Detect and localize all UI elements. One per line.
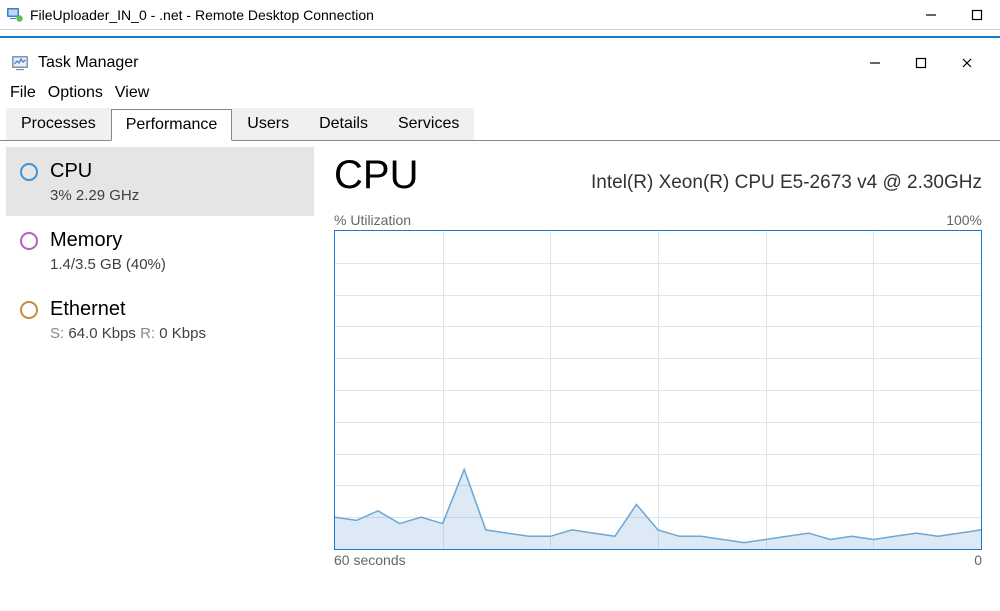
rdc-title: FileUploader_IN_0 - .net - Remote Deskto… — [30, 7, 908, 23]
sidebar-item-ethernet[interactable]: Ethernet S: 64.0 Kbps R: 0 Kbps — [6, 285, 314, 354]
tm-close-button[interactable] — [944, 50, 990, 76]
performance-sidebar: CPU 3% 2.29 GHz Memory 1.4/3.5 GB (40%) … — [0, 141, 320, 596]
chart-top-labels: % Utilization 100% — [334, 212, 982, 228]
task-manager-icon — [10, 53, 30, 73]
menu-view[interactable]: View — [113, 84, 151, 102]
tabstrip: Processes Performance Users Details Serv… — [0, 108, 1000, 140]
cpu-model-name: Intel(R) Xeon(R) CPU E5-2673 v4 @ 2.30GH… — [591, 172, 982, 194]
menu-file[interactable]: File — [8, 84, 38, 102]
y-axis-label: % Utilization — [334, 212, 411, 228]
tab-performance[interactable]: Performance — [111, 109, 233, 141]
eth-s-label: S: — [50, 325, 64, 342]
main-heading: CPU — [334, 153, 418, 198]
tab-services[interactable]: Services — [383, 108, 474, 140]
x-axis-left: 60 seconds — [334, 552, 406, 568]
tm-titlebar: Task Manager — [0, 46, 1000, 80]
rdc-icon — [6, 6, 24, 24]
sidebar-ethernet-label: Ethernet — [50, 297, 206, 321]
ethernet-ring-icon — [20, 301, 38, 319]
sidebar-item-memory[interactable]: Memory 1.4/3.5 GB (40%) — [6, 216, 314, 285]
accent-divider — [0, 30, 1000, 38]
memory-ring-icon — [20, 232, 38, 250]
sidebar-memory-label: Memory — [50, 228, 166, 252]
rdc-maximize-button[interactable] — [954, 0, 1000, 30]
cpu-utilization-chart — [334, 230, 982, 550]
eth-r-label: R: — [140, 325, 155, 342]
rdc-titlebar: FileUploader_IN_0 - .net - Remote Deskto… — [0, 0, 1000, 30]
eth-s-val: 64.0 Kbps — [68, 325, 136, 342]
tab-users[interactable]: Users — [232, 108, 304, 140]
sidebar-ethernet-sub: S: 64.0 Kbps R: 0 Kbps — [50, 325, 206, 342]
performance-main: CPU Intel(R) Xeon(R) CPU E5-2673 v4 @ 2.… — [320, 141, 1000, 596]
y-axis-max: 100% — [946, 212, 982, 228]
sidebar-memory-sub: 1.4/3.5 GB (40%) — [50, 256, 166, 273]
eth-r-val: 0 Kbps — [159, 325, 206, 342]
tm-maximize-button[interactable] — [898, 50, 944, 76]
x-axis-right: 0 — [974, 552, 982, 568]
performance-body: CPU 3% 2.29 GHz Memory 1.4/3.5 GB (40%) … — [0, 141, 1000, 596]
menu-options[interactable]: Options — [46, 84, 105, 102]
sidebar-cpu-label: CPU — [50, 159, 139, 183]
sidebar-cpu-sub: 3% 2.29 GHz — [50, 187, 139, 204]
chart-bottom-labels: 60 seconds 0 — [334, 552, 982, 568]
menubar: File Options View — [0, 80, 1000, 108]
tab-details[interactable]: Details — [304, 108, 383, 140]
tm-title: Task Manager — [38, 54, 852, 72]
tab-processes[interactable]: Processes — [6, 108, 111, 140]
cpu-ring-icon — [20, 163, 38, 181]
main-header: CPU Intel(R) Xeon(R) CPU E5-2673 v4 @ 2.… — [334, 153, 982, 198]
task-manager-window: Task Manager File Options View Processes… — [0, 42, 1000, 596]
sidebar-item-cpu[interactable]: CPU 3% 2.29 GHz — [6, 147, 314, 216]
rdc-minimize-button[interactable] — [908, 0, 954, 30]
tm-minimize-button[interactable] — [852, 50, 898, 76]
